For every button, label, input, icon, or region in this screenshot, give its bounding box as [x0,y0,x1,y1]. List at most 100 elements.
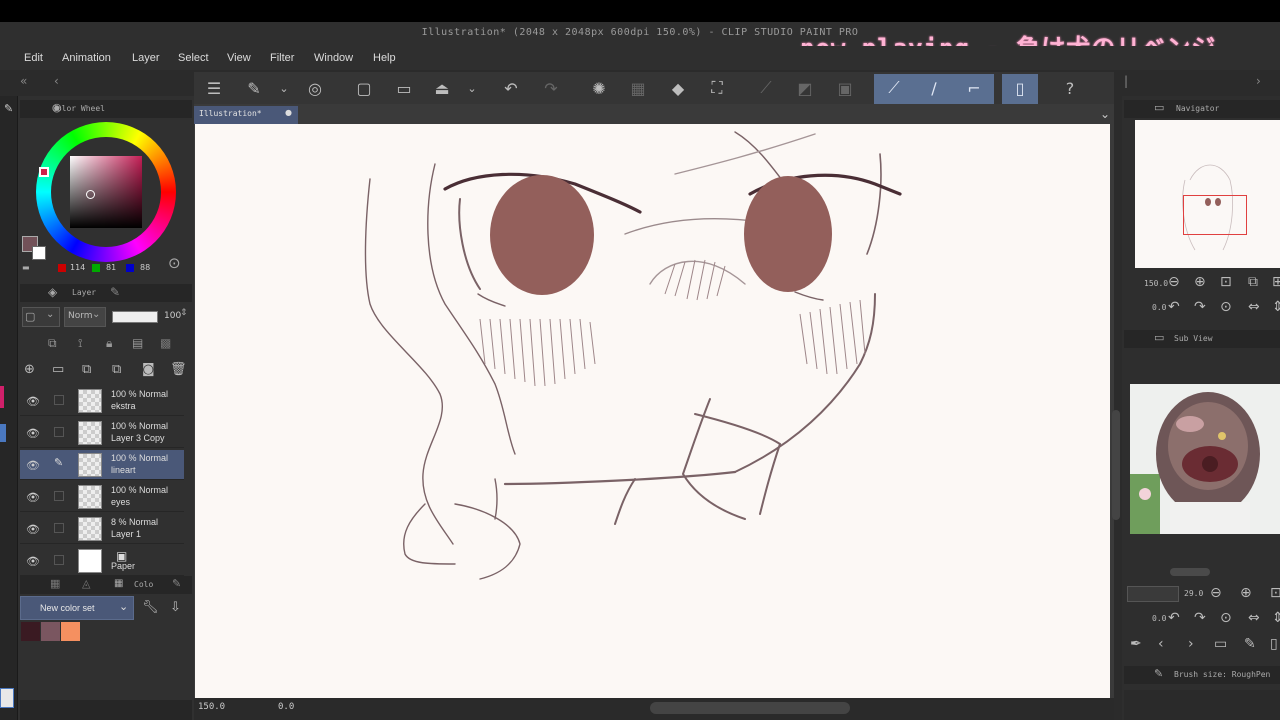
menu-icon[interactable]: ☰ [202,76,226,100]
eye-icon[interactable]: 👁︎ [26,555,40,568]
sub-color-swatch[interactable] [32,246,46,260]
redo-icon[interactable]: ↷ [539,76,563,100]
opacity-slider[interactable] [112,311,158,323]
duplicate-icon[interactable]: ⧉ [82,362,91,377]
subview-scrollbar[interactable] [1170,568,1210,576]
fill-icon[interactable]: ◆ [666,76,690,100]
rotation-value[interactable]: 0.0 [278,702,294,712]
color-chip[interactable] [0,688,14,708]
reference-icon[interactable]: ⟟ [78,336,82,351]
menu-layer[interactable]: Layer [132,52,160,64]
chevron-left-icon[interactable]: ‹ [54,74,59,88]
reset-rotation-icon[interactable]: ⊙ [1220,299,1232,315]
horizontal-scrollbar[interactable] [650,702,850,714]
rotate-left-icon[interactable]: ↶ [1168,299,1180,315]
import-image-icon[interactable]: ▭ [1214,636,1227,652]
new-folder-icon[interactable]: ▭ [52,362,64,377]
layer-row[interactable]: 👁︎ 100 % Normal Layer 3 Copy [20,418,184,448]
new-layer-icon[interactable]: ⊕ [24,362,35,377]
drawing-canvas[interactable] [195,124,1110,698]
menu-view[interactable]: View [227,52,251,64]
pencil-icon[interactable]: ⌐ [962,76,986,100]
intermediate-color-icon[interactable]: ▦ [50,577,60,590]
merge-icon[interactable]: ⧉ [112,362,121,377]
zoom-in-icon[interactable]: ⊕ [1240,585,1252,601]
transform-icon[interactable]: ⛶ [705,76,729,100]
zoom-out-icon[interactable]: ⊖ [1210,585,1222,601]
layer-select-checkbox[interactable] [54,523,64,533]
chevron-down-icon[interactable]: ⌄ [460,76,484,100]
snap-icon[interactable]: ▣ [833,76,857,100]
mask-icon[interactable]: ▩ [160,336,171,350]
next-icon[interactable]: › [1188,636,1194,652]
flip-vertical-icon[interactable]: ⇕ [1272,299,1280,315]
flip-vertical-icon[interactable]: ⇕ [1272,610,1280,626]
color-wheel-tab-icon[interactable]: ◉ [52,101,62,114]
color-swatch[interactable] [61,622,80,641]
brush-size-tab-icon[interactable]: ✎ [1154,667,1163,680]
tablet-icon[interactable]: ▯ [1008,76,1032,100]
eyedropper-icon[interactable]: ✒ [1130,636,1142,652]
navigator-zoom[interactable]: 150.0 [1144,279,1168,288]
clip-icon[interactable]: ⧉ [48,336,57,351]
navigator-viewport-frame[interactable] [1183,195,1247,235]
navigator-tab-icon[interactable]: ▭ [1154,101,1164,114]
menu-filter[interactable]: Filter [270,52,294,64]
flip-horizontal-icon[interactable]: ⇔ [1248,610,1260,626]
color-set-icon[interactable]: ▦ [114,578,123,589]
layer-row[interactable]: 👁︎ 100 % Normal ekstra [20,386,184,416]
saturation-value-square[interactable] [70,156,142,228]
snap-grid-icon[interactable]: ◩ [793,76,817,100]
brush-icon[interactable]: ∕ [922,76,946,100]
subview-tab-icon[interactable]: ▭ [1154,331,1164,344]
chevron-right-icon[interactable]: › [1256,74,1261,88]
subview-angle[interactable]: 0.0 [1152,614,1166,623]
layer-select-checkbox[interactable] [54,555,64,565]
layer-row[interactable]: 👁︎ 8 % Normal Layer 1 [20,514,184,544]
layer-stack-icon[interactable]: ◈ [48,285,57,299]
navigator-preview[interactable] [1135,120,1280,268]
fit-window-icon[interactable]: ⧉ [1248,274,1258,290]
spiral-icon[interactable]: ◎ [303,76,327,100]
fit-icon[interactable]: ⊡ [1270,585,1280,601]
previous-icon[interactable]: ‹ [1158,636,1164,652]
brush-size-list[interactable] [1124,690,1280,720]
brush-tool-icon[interactable]: ✎ [4,102,13,115]
opacity-stepper-icon[interactable]: ⇕ [180,308,188,318]
navigator-angle[interactable]: 0.0 [1152,303,1166,312]
layer-select-checkbox[interactable]: ✎ [54,456,64,469]
delete-image-icon[interactable]: ▯ [1270,636,1278,652]
flip-horizontal-icon[interactable]: ⇔ [1248,299,1260,315]
rotate-right-icon[interactable]: ↷ [1194,610,1206,626]
color-set-tab[interactable]: Colo [134,580,153,589]
eye-icon[interactable]: 👁︎ [26,395,40,408]
eye-icon[interactable]: 👁︎ [26,491,40,504]
layer-row[interactable]: 👁︎ 100 % Normal eyes [20,482,184,512]
layer-property-icon[interactable]: ✎ [110,285,120,299]
sv-cursor[interactable] [86,190,95,199]
menu-select[interactable]: Select [178,52,209,64]
rotate-right-icon[interactable]: ↷ [1194,299,1206,315]
menu-window[interactable]: Window [314,52,353,64]
import-icon[interactable]: ⇩ [170,600,181,615]
collapse-left-icon[interactable]: « [20,74,27,88]
pen-stabilize-icon[interactable]: ⟋ [882,76,906,100]
subview-zoom[interactable]: 29.0 [1184,589,1203,598]
delete-layer-icon[interactable]: 🗑︎ [170,362,187,377]
zoom-in-icon[interactable]: ⊕ [1194,274,1206,290]
wrench-icon[interactable]: 🔧︎ [142,600,159,615]
color-settings-icon[interactable]: ⊙ [168,254,181,272]
layer-row[interactable]: 👁︎ ✎ 100 % Normal lineart [20,450,184,480]
layer-select-checkbox[interactable] [54,491,64,501]
open-file-icon[interactable]: ▭ [392,76,416,100]
layer-row[interactable]: 👁︎ Paper [20,546,184,576]
reference-image[interactable] [1130,384,1280,534]
eye-icon[interactable]: 👁︎ [26,459,40,472]
new-file-icon[interactable]: ▢ [352,76,376,100]
menu-edit[interactable]: Edit [24,52,43,64]
hue-cursor[interactable] [39,167,49,177]
edit-icon[interactable]: ✎ [1244,636,1256,652]
chevron-down-icon[interactable]: ⌄ [272,76,296,100]
menu-help[interactable]: Help [373,52,396,64]
reset-rotation-icon[interactable]: ⊙ [1220,610,1232,626]
